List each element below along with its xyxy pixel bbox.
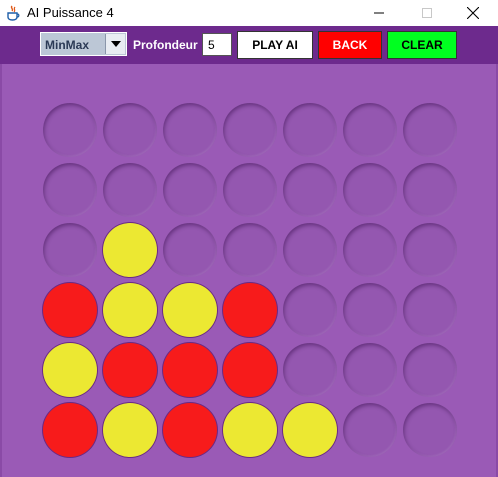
board-cell-r6-c6[interactable] [343,403,397,457]
title-bar: AI Puissance 4 [0,0,498,26]
maximize-button[interactable] [404,0,450,26]
toolbar: MinMax Profondeur 5 PLAY AI BACK CLEAR [0,26,498,64]
board-cell-r1-c5[interactable] [283,103,337,157]
board-cell-r1-c2[interactable] [103,103,157,157]
board-cell-r1-c6[interactable] [343,103,397,157]
close-icon [467,7,479,19]
maximize-icon [422,8,432,18]
board-cell-r1-c4[interactable] [223,103,277,157]
board-cell-r2-c5[interactable] [283,163,337,217]
board-cell-r1-c1[interactable] [43,103,97,157]
board-cell-r6-c2-yellow-disc[interactable] [103,403,157,457]
board-cell-r6-c1-red-disc[interactable] [43,403,97,457]
game-board[interactable] [2,64,496,477]
close-button[interactable] [450,0,496,26]
play-ai-button[interactable]: PLAY AI [237,31,313,59]
board-cell-r5-c1-yellow-disc[interactable] [43,343,97,397]
window-title: AI Puissance 4 [27,5,114,20]
algorithm-select-value: MinMax [45,38,90,52]
board-cell-r3-c3[interactable] [163,223,217,277]
board-cell-r2-c4[interactable] [223,163,277,217]
board-cell-r3-c5[interactable] [283,223,337,277]
depth-label: Profondeur [133,38,198,52]
board-cell-r2-c3[interactable] [163,163,217,217]
board-cell-r4-c2-yellow-disc[interactable] [103,283,157,337]
java-cup-icon [7,5,20,21]
board-cell-r2-c2[interactable] [103,163,157,217]
board-cell-r3-c7[interactable] [403,223,457,277]
chevron-down-icon [110,41,121,47]
board-cell-r4-c5[interactable] [283,283,337,337]
board-cell-r5-c7[interactable] [403,343,457,397]
board-cell-r2-c7[interactable] [403,163,457,217]
clear-button[interactable]: CLEAR [387,31,457,59]
board-cell-r4-c1-red-disc[interactable] [43,283,97,337]
board-cell-r5-c4-red-disc[interactable] [223,343,277,397]
dropdown-arrow[interactable] [105,34,125,54]
board-cell-r3-c2-yellow-disc[interactable] [103,223,157,277]
algorithm-select[interactable]: MinMax [40,32,127,56]
minimize-button[interactable] [356,0,402,26]
minimize-icon [374,12,384,14]
board-cell-r6-c5-yellow-disc[interactable] [283,403,337,457]
board-cell-r4-c7[interactable] [403,283,457,337]
board-cell-r6-c7[interactable] [403,403,457,457]
board-cell-r4-c6[interactable] [343,283,397,337]
board-cell-r3-c4[interactable] [223,223,277,277]
board-cell-r5-c5[interactable] [283,343,337,397]
board-cell-r1-c7[interactable] [403,103,457,157]
depth-input[interactable]: 5 [202,33,232,56]
board-cell-r6-c3-red-disc[interactable] [163,403,217,457]
board-cell-r4-c4-red-disc[interactable] [223,283,277,337]
board-cell-r2-c1[interactable] [43,163,97,217]
board-cell-r5-c3-red-disc[interactable] [163,343,217,397]
board-cell-r6-c4-yellow-disc[interactable] [223,403,277,457]
board-cell-r5-c2-red-disc[interactable] [103,343,157,397]
board-cell-r3-c6[interactable] [343,223,397,277]
board-cell-r1-c3[interactable] [163,103,217,157]
board-cell-r4-c3-yellow-disc[interactable] [163,283,217,337]
board-cell-r3-c1[interactable] [43,223,97,277]
board-cell-r2-c6[interactable] [343,163,397,217]
board-cell-r5-c6[interactable] [343,343,397,397]
back-button[interactable]: BACK [318,31,382,59]
